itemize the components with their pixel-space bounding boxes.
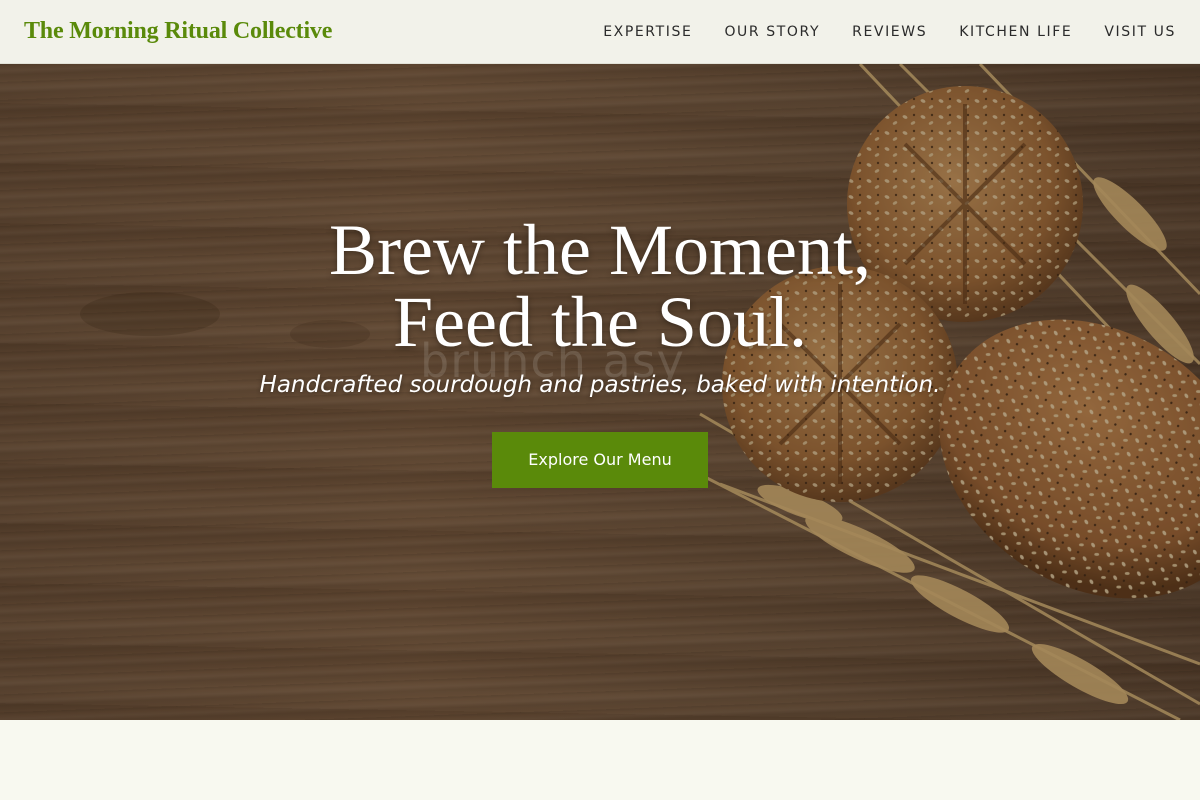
nav-link-our-story[interactable]: OUR STORY [724,24,820,40]
explore-menu-button[interactable]: Explore Our Menu [492,432,708,488]
hero-title-line-1: Brew the Moment, [329,210,871,290]
nav-link-kitchen-life[interactable]: KITCHEN LIFE [959,24,1072,40]
top-navbar: The Morning Ritual Collective EXPERTISE … [0,0,1200,64]
nav-link-reviews[interactable]: REVIEWS [852,24,927,40]
main-nav: EXPERTISE OUR STORY REVIEWS KITCHEN LIFE… [603,24,1176,40]
hero-title: Brew the Moment, Feed the Soul. [0,214,1200,358]
nav-link-visit-us[interactable]: VISIT US [1104,24,1176,40]
hero-subtitle: Handcrafted sourdough and pastries, bake… [259,372,941,398]
hero-title-line-2: Feed the Soul. [393,282,807,362]
hero-section: brunch asy Brew the Moment, Feed the Sou… [0,64,1200,720]
hero-content: Brew the Moment, Feed the Soul. Handcraf… [0,214,1200,488]
next-section-start [0,720,1200,800]
nav-link-expertise[interactable]: EXPERTISE [603,24,692,40]
brand-logo-link[interactable]: The Morning Ritual Collective [24,18,332,45]
